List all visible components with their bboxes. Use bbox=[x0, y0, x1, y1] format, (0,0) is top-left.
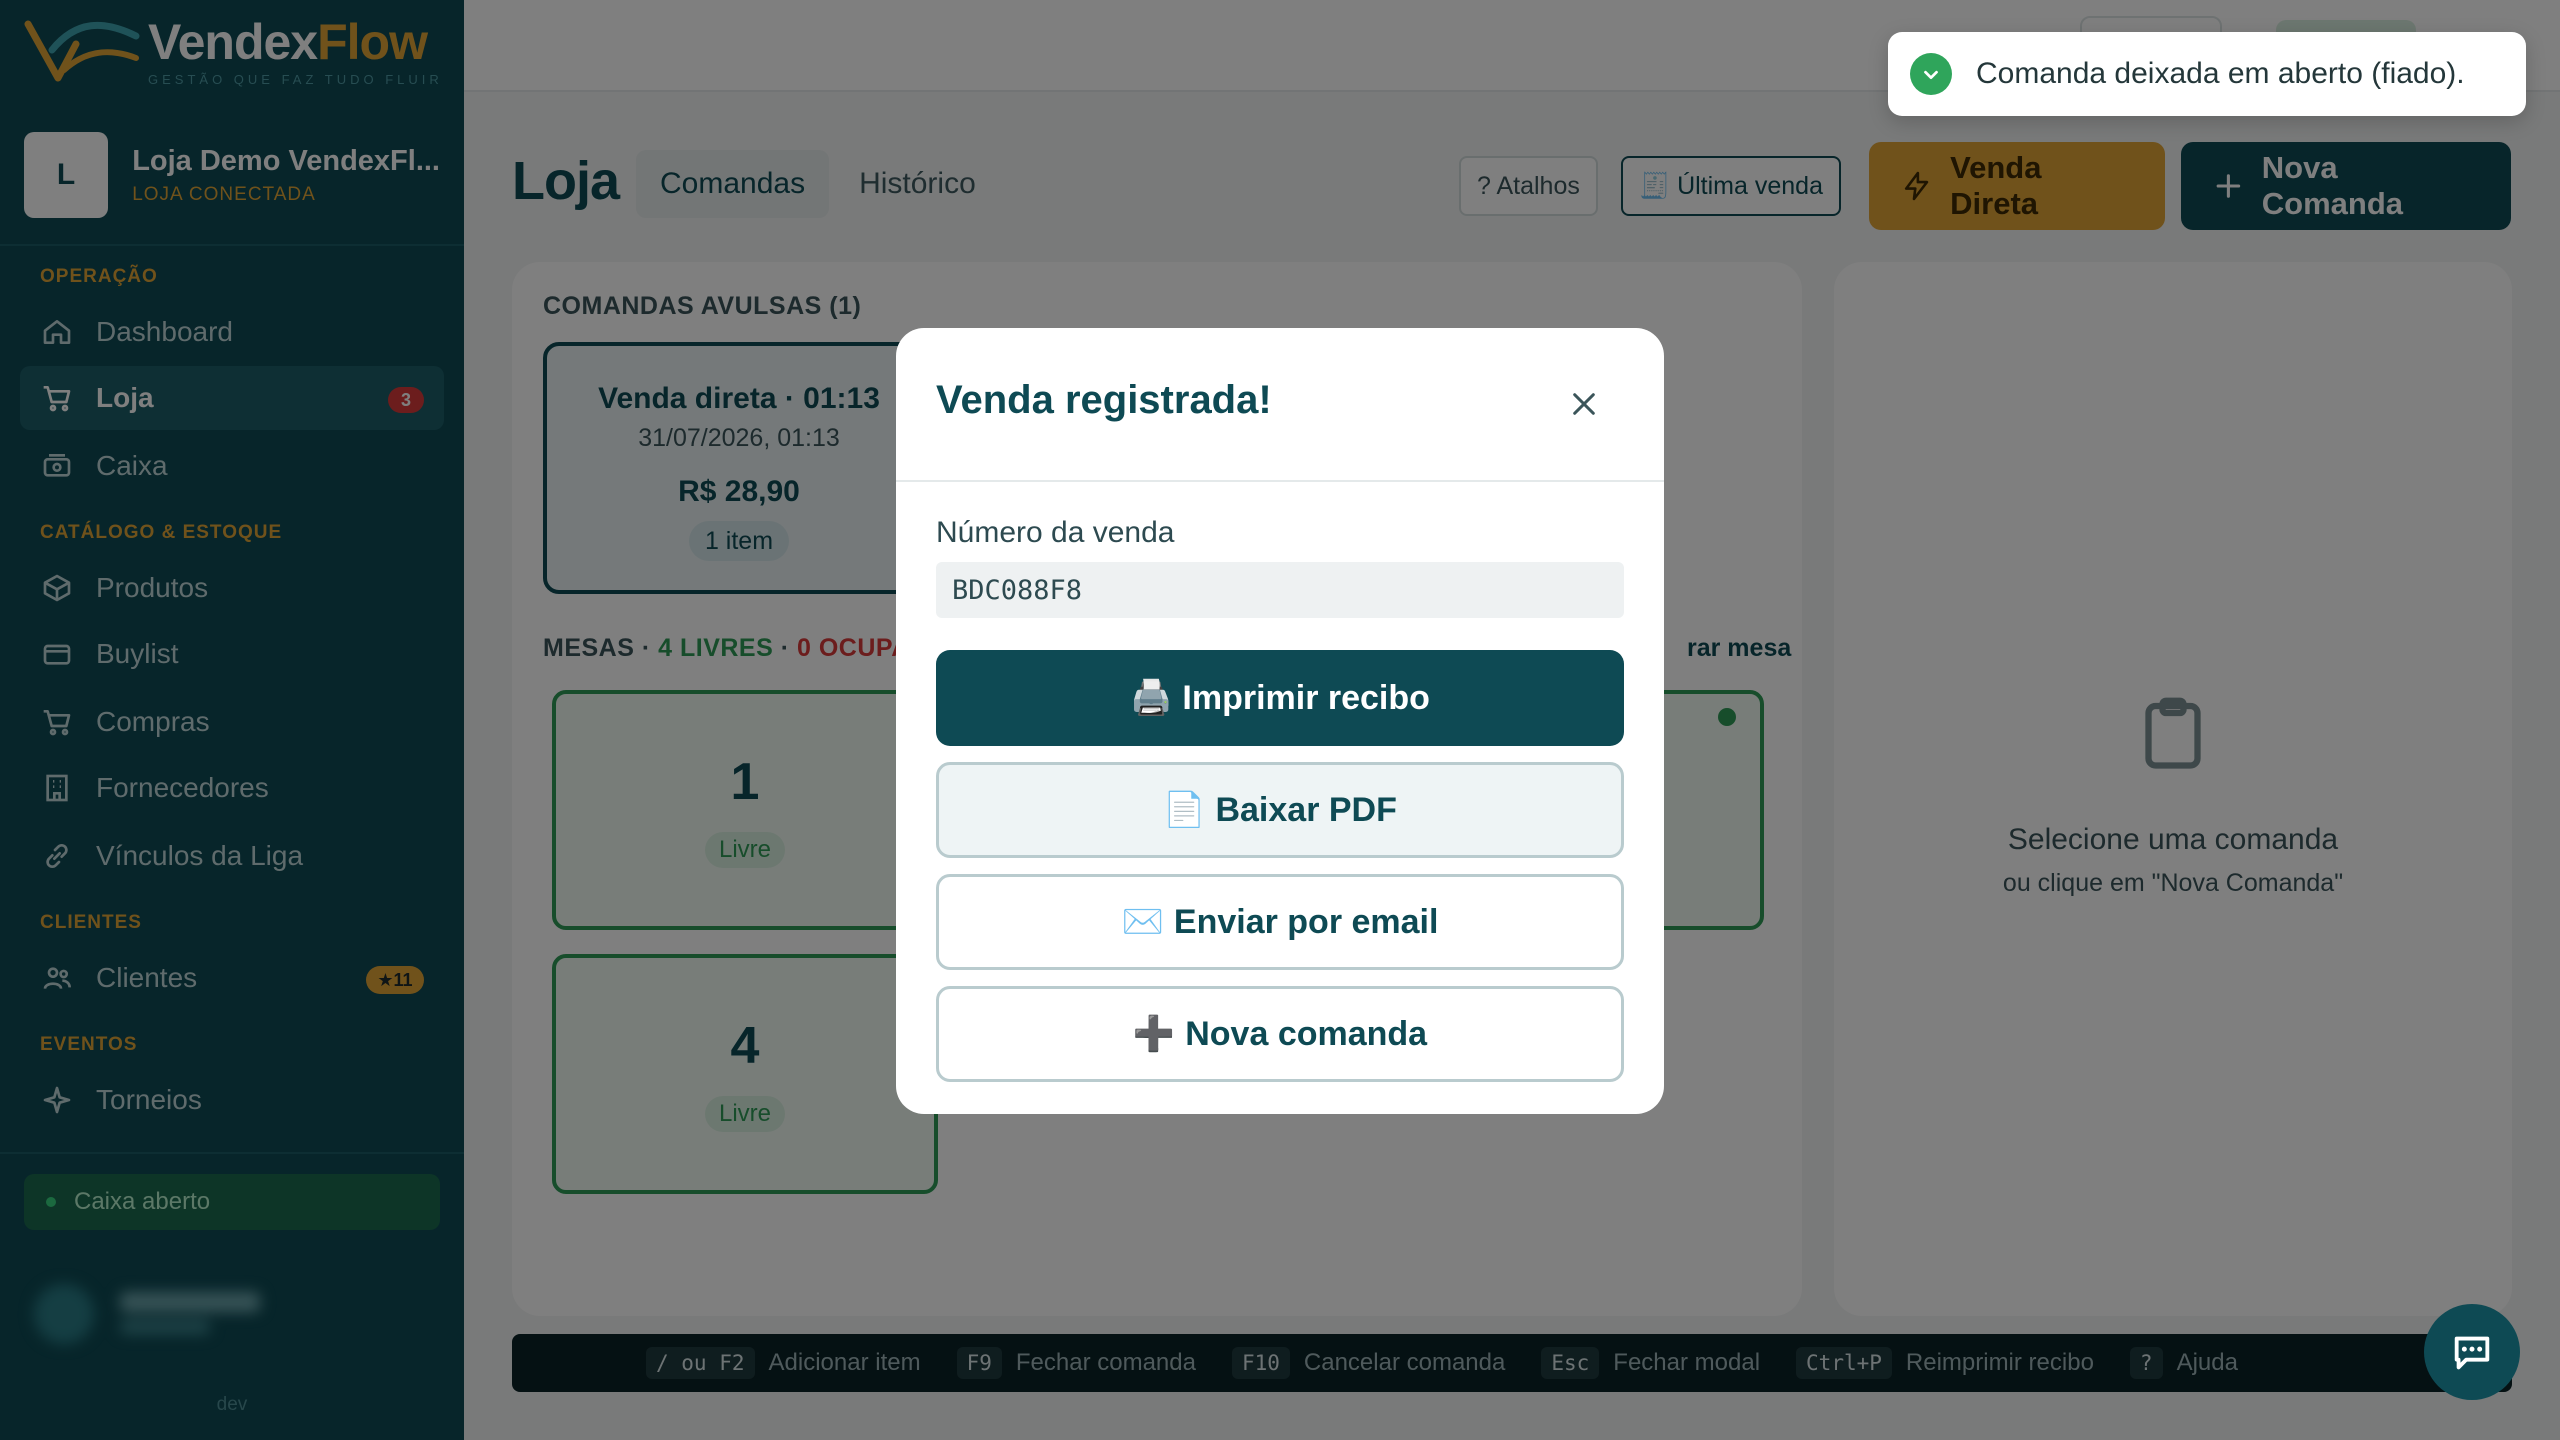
download-pdf-button[interactable]: 📄 Baixar PDF bbox=[936, 762, 1624, 858]
sale-registered-modal: Venda registrada! Número da venda BDC088… bbox=[896, 328, 1664, 1114]
success-toast[interactable]: Comanda deixada em aberto (fiado). bbox=[1888, 32, 2526, 116]
printer-icon: 🖨️ bbox=[1130, 679, 1173, 717]
modal-title: Venda registrada! bbox=[936, 378, 1272, 422]
plus-icon: ➕ bbox=[1132, 1015, 1176, 1053]
close-icon bbox=[1573, 393, 1595, 415]
close-button[interactable] bbox=[1562, 382, 1606, 426]
print-receipt-button[interactable]: 🖨️ Imprimir recibo bbox=[936, 650, 1624, 746]
sale-number-label: Número da venda bbox=[936, 516, 1175, 549]
send-email-button[interactable]: ✉️ Enviar por email bbox=[936, 874, 1624, 970]
toast-message: Comanda deixada em aberto (fiado). bbox=[1976, 57, 2465, 90]
check-icon bbox=[1910, 53, 1952, 95]
document-icon: 📄 bbox=[1163, 791, 1206, 829]
sale-number-value: BDC088F8 bbox=[936, 562, 1624, 618]
chat-button[interactable] bbox=[2424, 1304, 2520, 1400]
modal-divider bbox=[896, 480, 1664, 482]
envelope-icon: ✉️ bbox=[1121, 903, 1164, 941]
new-comanda-button[interactable]: ➕ Nova comanda bbox=[936, 986, 1624, 1082]
chat-icon bbox=[2454, 1336, 2490, 1370]
